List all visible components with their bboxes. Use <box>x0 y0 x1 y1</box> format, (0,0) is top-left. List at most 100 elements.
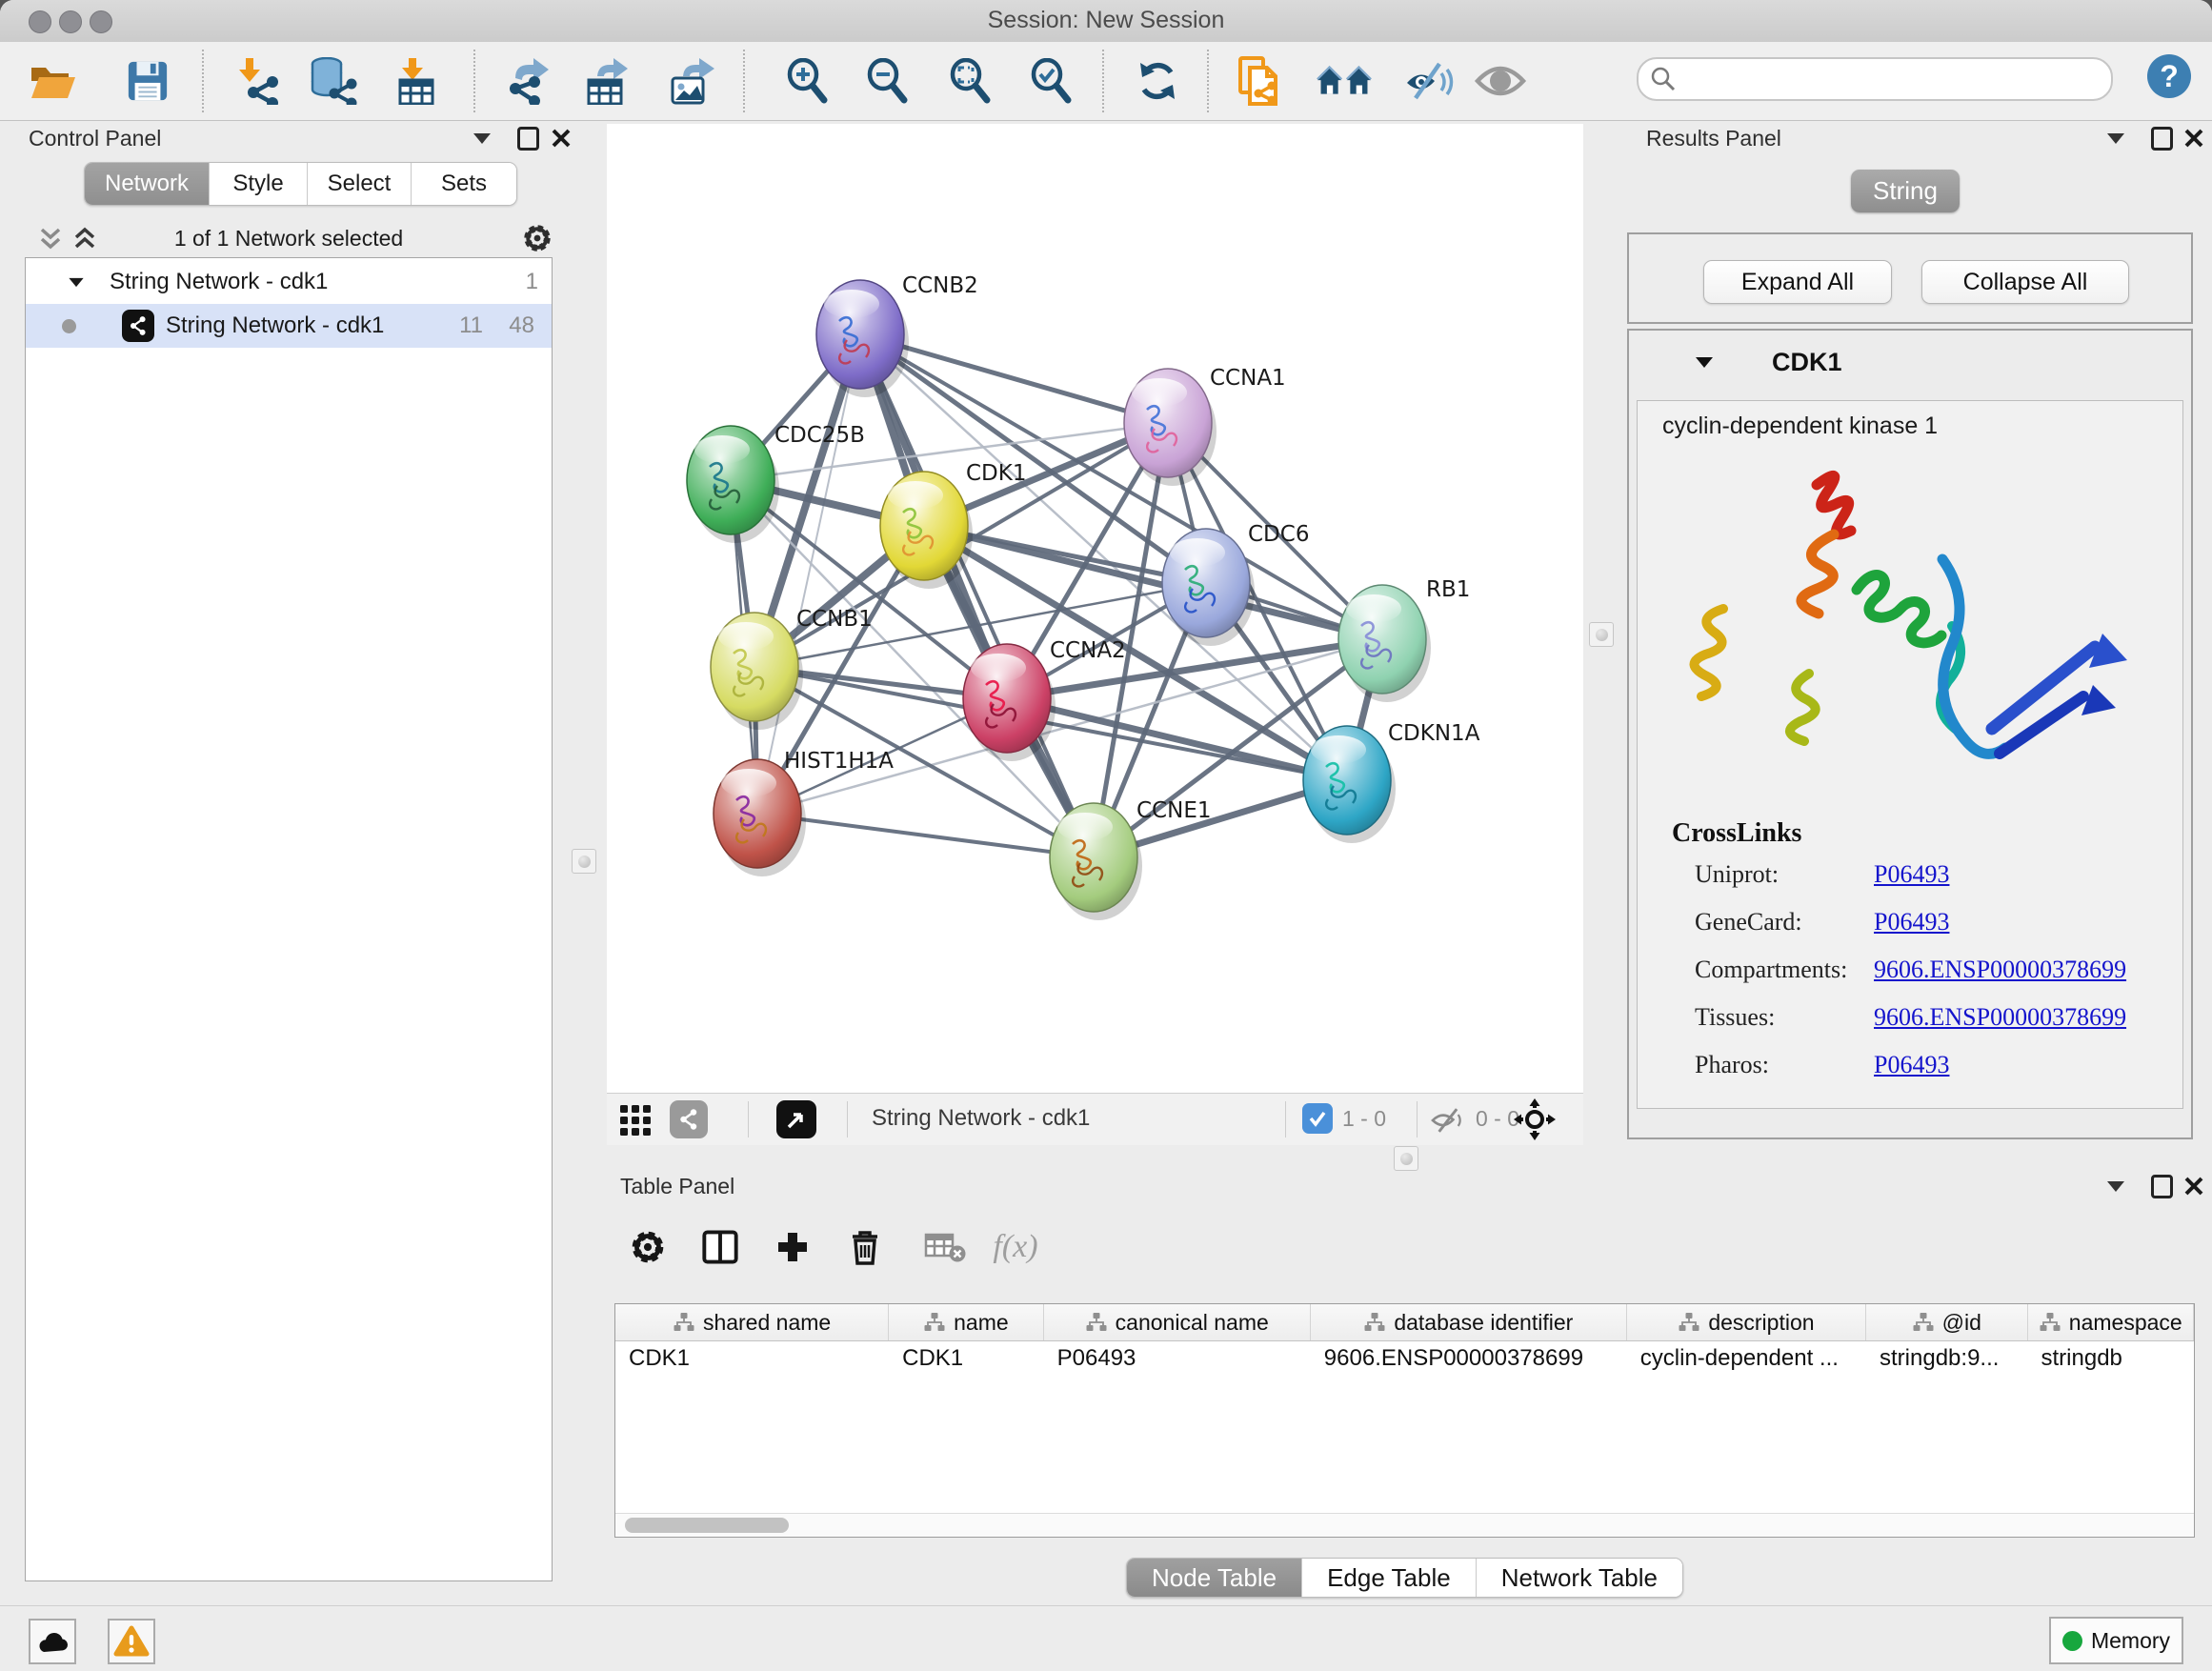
table-cell[interactable]: CDK1 <box>889 1340 1044 1379</box>
zoom-selected-button[interactable] <box>1023 53 1078 109</box>
export-image-button[interactable] <box>664 53 719 109</box>
scrollbar-thumb[interactable] <box>625 1518 789 1533</box>
table-cell[interactable]: cyclin-dependent ... <box>1627 1340 1866 1379</box>
tab-sets[interactable]: Sets <box>412 163 516 205</box>
network-node-CCNE1[interactable] <box>1050 803 1142 920</box>
splitter-handle[interactable] <box>572 849 596 874</box>
table-cell[interactable]: 9606.ENSP00000378699 <box>1311 1340 1627 1379</box>
table-cell[interactable]: P06493 <box>1044 1340 1311 1379</box>
splitter-handle[interactable] <box>1589 622 1614 647</box>
network-node-CCNB2[interactable] <box>816 280 909 397</box>
horizontal-scrollbar[interactable] <box>615 1513 2194 1537</box>
panel-close-icon[interactable] <box>2183 128 2204 149</box>
import-network-from-file-button[interactable] <box>230 53 285 109</box>
section-collapse-icon[interactable] <box>1696 357 1713 368</box>
database-icon <box>308 57 357 105</box>
save-session-button[interactable] <box>120 53 175 109</box>
crosslink-link[interactable]: P06493 <box>1874 860 1949 889</box>
panel-float-icon[interactable] <box>517 127 539 151</box>
panel-menu-icon[interactable] <box>473 133 491 144</box>
column-header-canonical-name[interactable]: canonical name <box>1044 1304 1311 1340</box>
import-network-from-database-button[interactable] <box>305 53 360 109</box>
network-graph[interactable]: CCNB2CCNA1CDC25BCDK1CDC6RB1CCNB1CCNA2CDK… <box>607 124 1583 1094</box>
houses-button[interactable] <box>1317 53 1372 109</box>
table-settings-button[interactable] <box>618 1218 677 1277</box>
search-input[interactable] <box>1684 61 2101 95</box>
hide-selected-button[interactable] <box>1401 53 1457 109</box>
tab-network-table[interactable]: Network Table <box>1477 1559 1682 1597</box>
panel-close-icon[interactable] <box>2183 1176 2204 1197</box>
string-view-icon[interactable] <box>670 1100 708 1138</box>
column-header--id[interactable]: @id <box>1866 1304 2027 1340</box>
clone-network-button[interactable] <box>1235 53 1290 109</box>
network-row-selected[interactable]: String Network - cdk1 11 48 <box>26 304 552 348</box>
toolbar-separator <box>473 50 475 112</box>
table-cell[interactable]: stringdb:9... <box>1866 1340 2028 1379</box>
create-column-button[interactable] <box>763 1218 822 1277</box>
tab-network[interactable]: Network <box>85 163 210 205</box>
expand-all-button[interactable]: Expand All <box>1703 260 1892 304</box>
table-tabs: Node Table Edge Table Network Table <box>1126 1558 1683 1598</box>
help-button[interactable]: ? <box>2147 54 2191 98</box>
function-builder-button[interactable]: f(x) <box>986 1218 1045 1277</box>
column-header-description[interactable]: description <box>1627 1304 1866 1340</box>
network-node-CCNA2[interactable] <box>963 644 1056 761</box>
crosslink-link[interactable]: 9606.ENSP00000378699 <box>1874 1003 2126 1032</box>
export-network-button[interactable] <box>499 53 554 109</box>
network-node-HIST1H1A[interactable] <box>714 759 806 876</box>
network-node-CDKN1A[interactable] <box>1303 726 1396 843</box>
tab-style[interactable]: Style <box>210 163 308 205</box>
gear-icon[interactable] <box>522 223 553 253</box>
collapse-all-button[interactable]: Collapse All <box>1921 260 2129 304</box>
crosslink-link[interactable]: P06493 <box>1874 1051 1949 1079</box>
show-columns-button[interactable] <box>691 1218 750 1277</box>
panel-float-icon[interactable] <box>2151 127 2173 151</box>
column-header-namespace[interactable]: namespace <box>2028 1304 2194 1340</box>
tree-icon <box>673 1312 695 1333</box>
panel-close-icon[interactable] <box>551 128 572 149</box>
memory-button[interactable]: Memory <box>2049 1617 2183 1664</box>
cloud-button[interactable] <box>29 1619 76 1664</box>
refresh-view-button[interactable] <box>1130 53 1185 109</box>
delete-column-button[interactable] <box>835 1218 895 1277</box>
column-header-shared-name[interactable]: shared name <box>615 1304 889 1340</box>
open-session-button[interactable] <box>25 53 80 109</box>
delete-table-button[interactable] <box>915 1218 975 1277</box>
network-node-RB1[interactable] <box>1338 585 1431 702</box>
tab-select[interactable]: Select <box>308 163 412 205</box>
panel-menu-icon[interactable] <box>2107 1181 2124 1192</box>
column-header-name[interactable]: name <box>889 1304 1044 1340</box>
tree-icon <box>1678 1312 1700 1333</box>
table-cell[interactable]: stringdb <box>2028 1340 2194 1379</box>
grid-view-icon[interactable] <box>619 1104 652 1137</box>
warnings-button[interactable] <box>108 1619 155 1664</box>
show-all-button[interactable] <box>1473 53 1528 109</box>
export-table-button[interactable] <box>579 53 634 109</box>
fit-selected-icon[interactable] <box>1514 1098 1556 1140</box>
memory-label: Memory <box>2091 1628 2170 1654</box>
network-node-CCNA1[interactable] <box>1124 369 1217 486</box>
import-table-from-file-button[interactable] <box>388 53 443 109</box>
table-cell[interactable]: CDK1 <box>615 1340 889 1379</box>
network-node-CDC6[interactable] <box>1162 529 1255 646</box>
column-header-database-identifier[interactable]: database identifier <box>1311 1304 1627 1340</box>
protein-section-header[interactable]: CDK1 <box>1629 331 2191 400</box>
table-row[interactable]: CDK1CDK1P064939606.ENSP00000378699cyclin… <box>615 1340 2194 1379</box>
tab-node-table[interactable]: Node Table <box>1127 1559 1302 1597</box>
crosslink-link[interactable]: 9606.ENSP00000378699 <box>1874 956 2126 984</box>
crosslink-link[interactable]: P06493 <box>1874 908 1949 936</box>
panel-menu-icon[interactable] <box>2107 133 2124 144</box>
zoom-out-button[interactable] <box>859 53 915 109</box>
panel-float-icon[interactable] <box>2151 1175 2173 1198</box>
selected-checkbox-icon[interactable] <box>1302 1103 1333 1134</box>
tab-string[interactable]: String <box>1851 170 1960 212</box>
tab-edge-table[interactable]: Edge Table <box>1302 1559 1477 1597</box>
network-node-CDK1[interactable] <box>880 472 973 589</box>
network-collection-row[interactable]: String Network - cdk1 1 <box>26 260 552 304</box>
network-canvas[interactable]: CCNB2CCNA1CDC25BCDK1CDC6RB1CCNB1CCNA2CDK… <box>607 124 1583 1145</box>
zoom-fit-button[interactable] <box>942 53 997 109</box>
network-node-CCNB1[interactable] <box>711 613 803 730</box>
zoom-in-button[interactable] <box>779 53 835 109</box>
tree-expand-icon[interactable] <box>69 277 83 286</box>
birds-eye-view-icon[interactable] <box>776 1100 816 1138</box>
